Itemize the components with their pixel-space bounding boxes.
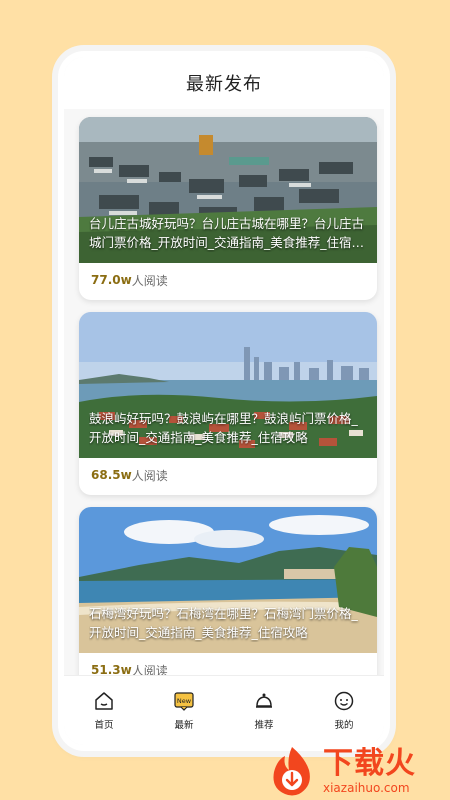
watermark: 下载火 xiazaihuo.com xyxy=(265,741,450,800)
top-bar: 最新发布 xyxy=(64,57,384,109)
tab-recommend[interactable]: 推荐 xyxy=(234,690,294,731)
article-card[interactable]: 石梅湾好玩吗？石梅湾在哪里？石梅湾门票价格_开放时间_交通指南_美食推荐_住宿攻… xyxy=(79,507,377,675)
read-count: 68.5w 人阅读 xyxy=(91,465,168,485)
tab-new[interactable]: New 最新 xyxy=(154,690,214,731)
read-count-unit: 人阅读 xyxy=(131,273,168,288)
article-title: 台儿庄古城好玩吗？台儿庄古城在哪里？台儿庄古城门票价格_开放时间_交通指南_美食… xyxy=(89,216,365,250)
watermark-main: 下载火 xyxy=(323,745,416,781)
phone-frame: 最新发布 台儿庄古城好玩吗？台儿庄古城在哪里？台儿庄古城门票价格_开放时间_交通… xyxy=(58,51,390,751)
profile-icon xyxy=(333,690,355,712)
article-title: 鼓浪屿好玩吗？鼓浪屿在哪里？鼓浪屿门票价格_开放时间_交通指南_美食推荐_住宿攻… xyxy=(89,411,358,445)
tab-profile[interactable]: 我的 xyxy=(314,690,374,731)
article-card[interactable]: 鼓浪屿好玩吗？鼓浪屿在哪里？鼓浪屿门票价格_开放时间_交通指南_美食推荐_住宿攻… xyxy=(79,312,377,495)
tab-label: 最新 xyxy=(174,720,194,731)
bell-icon xyxy=(253,690,275,712)
bottom-tab-bar: 首页 New 最新 推荐 我的 xyxy=(64,675,384,745)
tab-label: 首页 xyxy=(94,720,114,731)
read-count: 77.0w 人阅读 xyxy=(91,270,168,290)
tab-label: 推荐 xyxy=(254,720,274,731)
article-title: 石梅湾好玩吗？石梅湾在哪里？石梅湾门票价格_开放时间_交通指南_美食推荐_住宿攻… xyxy=(89,606,358,640)
tab-label: 我的 xyxy=(334,720,354,731)
read-count-value: 51.3w xyxy=(91,663,132,675)
read-count-value: 77.0w xyxy=(91,273,132,287)
read-count: 51.3w 人阅读 xyxy=(91,660,168,675)
article-feed[interactable]: 台儿庄古城好玩吗？台儿庄古城在哪里？台儿庄古城门票价格_开放时间_交通指南_美食… xyxy=(64,113,384,675)
home-icon xyxy=(93,690,115,712)
app-screen: 最新发布 台儿庄古城好玩吗？台儿庄古城在哪里？台儿庄古城门票价格_开放时间_交通… xyxy=(64,57,384,745)
watermark-url: xiazaihuo.com xyxy=(323,780,410,795)
tab-home[interactable]: 首页 xyxy=(74,690,134,731)
read-count-unit: 人阅读 xyxy=(131,468,168,483)
page-title: 最新发布 xyxy=(186,74,262,95)
article-card[interactable]: 台儿庄古城好玩吗？台儿庄古城在哪里？台儿庄古城门票价格_开放时间_交通指南_美食… xyxy=(79,117,377,300)
read-count-unit: 人阅读 xyxy=(131,663,168,676)
new-icon: New xyxy=(173,690,195,712)
flame-logo-icon xyxy=(265,744,319,798)
new-badge: New xyxy=(177,697,192,705)
watermark-text: 下载火 xiazaihuo.com xyxy=(323,745,416,795)
read-count-value: 68.5w xyxy=(91,468,132,482)
